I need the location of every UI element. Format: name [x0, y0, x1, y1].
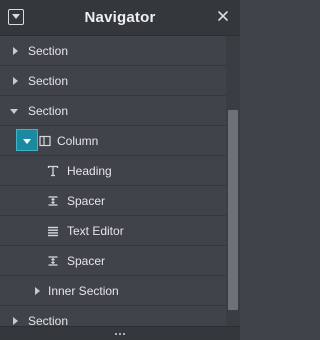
tree-item-section[interactable]: Section	[0, 66, 226, 96]
panel-title: Navigator	[84, 9, 156, 26]
tree-item-column[interactable]: Column	[0, 126, 226, 156]
column-icon	[38, 134, 52, 148]
tree-item-label: Text Editor	[67, 224, 124, 238]
navigator-tree: Section Section Section Column Heading S…	[0, 36, 226, 326]
tree-item-label: Column	[57, 134, 99, 148]
heading-icon	[46, 164, 60, 178]
navigator-footer[interactable]	[0, 326, 240, 340]
tree-item-section[interactable]: Section	[0, 306, 226, 326]
tree-item-spacer[interactable]: Spacer	[0, 246, 226, 276]
caret-right-icon[interactable]	[10, 316, 20, 326]
scrollbar-thumb[interactable]	[228, 110, 238, 310]
tree-item-spacer[interactable]: Spacer	[0, 186, 226, 216]
tree-item-label: Section	[28, 74, 69, 88]
text-editor-icon	[46, 224, 60, 238]
spacer-icon	[46, 254, 60, 268]
tree-item-section[interactable]: Section	[0, 36, 226, 66]
tree-item-label: Section	[28, 314, 69, 326]
collapse-panel-button[interactable]	[8, 9, 24, 25]
caret-right-icon[interactable]	[10, 76, 20, 86]
tree-item-label: Section	[28, 44, 69, 58]
tree-item-heading[interactable]: Heading	[0, 156, 226, 186]
tree-item-label: Heading	[67, 164, 112, 178]
navigator-header: Navigator	[0, 0, 240, 36]
tree-item-label: Spacer	[67, 254, 106, 268]
navigator-panel: Navigator Section Section Section Column…	[0, 0, 240, 340]
caret-right-icon[interactable]	[32, 286, 42, 296]
tree-item-inner-section[interactable]: Inner Section	[0, 276, 226, 306]
close-button[interactable]	[215, 9, 231, 25]
expand-toggle-button[interactable]	[16, 129, 38, 151]
caret-down-icon	[23, 133, 31, 147]
tree-item-label: Spacer	[67, 194, 106, 208]
caret-right-icon[interactable]	[10, 46, 20, 56]
more-dots-icon[interactable]	[115, 332, 125, 335]
tree-item-section[interactable]: Section	[0, 96, 226, 126]
close-icon	[218, 8, 228, 26]
tree-item-label: Inner Section	[48, 284, 119, 298]
spacer-icon	[46, 194, 60, 208]
caret-down-icon[interactable]	[9, 106, 19, 116]
collapse-panel-icon	[12, 14, 20, 20]
tree-item-label: Section	[28, 104, 69, 118]
tree-item-text-editor[interactable]: Text Editor	[0, 216, 226, 246]
